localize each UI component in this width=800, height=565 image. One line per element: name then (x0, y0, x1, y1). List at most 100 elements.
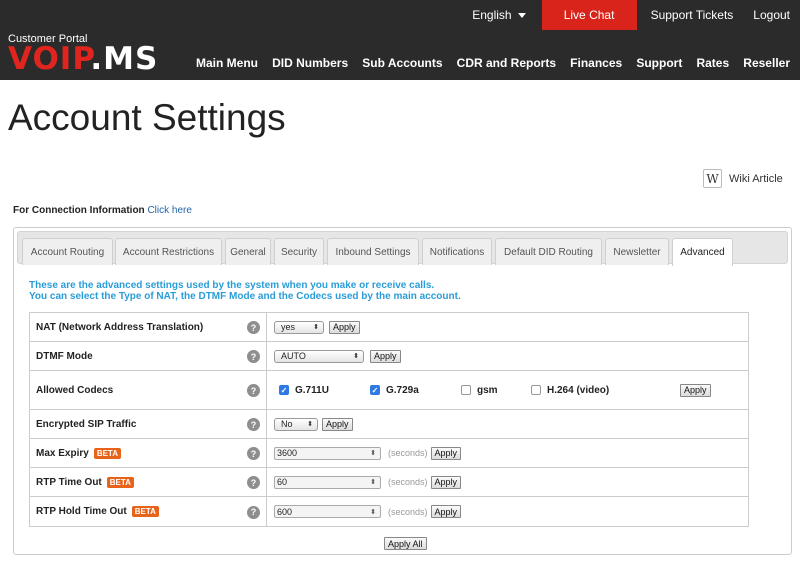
wiki-article-label: Wiki Article (729, 172, 783, 185)
checkbox-unchecked-icon[interactable] (531, 385, 541, 395)
nav-did-numbers[interactable]: DID Numbers (272, 56, 348, 70)
codec-h264[interactable]: H.264 (video) (531, 385, 609, 396)
voipms-logo[interactable]: VOIP.MS (8, 43, 158, 75)
rtp-hold-input[interactable]: 600 ⬍ (274, 505, 381, 518)
max-expiry-unit: (seconds) (388, 448, 428, 458)
support-tickets-link[interactable]: Support Tickets (641, 0, 744, 30)
rtp-timeout-value-cell: 60 ⬍ (seconds) Apply (267, 468, 748, 496)
logo-ms-text: MS (103, 41, 159, 77)
top-header: English Live Chat Support Tickets Logout… (0, 0, 800, 80)
tab-advanced[interactable]: Advanced (672, 238, 733, 266)
max-expiry-label-text: Max Expiry (36, 447, 89, 459)
tab-notifications[interactable]: Notifications (422, 238, 492, 265)
encrypted-sip-row: Encrypted SIP Traffic ? No ⬍ Apply (30, 410, 748, 439)
checkbox-checked-icon[interactable]: ✓ (370, 385, 380, 395)
codecs-label: Allowed Codecs ? (30, 371, 267, 409)
tab-bar: Account Routing Account Restrictions Gen… (17, 231, 788, 266)
help-icon[interactable]: ? (247, 321, 260, 334)
codecs-label-text: Allowed Codecs (36, 384, 114, 396)
dtmf-select[interactable]: AUTO ⬍ (274, 349, 364, 363)
page-title: Account Settings (8, 97, 286, 138)
encrypted-sip-value-cell: No ⬍ Apply (267, 410, 748, 438)
help-icon[interactable]: ? (247, 476, 260, 489)
spinner-arrows-icon[interactable]: ⬍ (370, 508, 376, 516)
tab-general[interactable]: General (225, 238, 271, 265)
spinner-arrows-icon[interactable]: ⬍ (370, 478, 376, 486)
codecs-value-cell: ✓ G.711U ✓ G.729a gsm H.264 (video) Appl… (267, 371, 748, 409)
advanced-settings-info: These are the advanced settings used by … (29, 280, 461, 302)
rtp-hold-label-text: RTP Hold Time Out (36, 506, 127, 517)
codec-gsm[interactable]: gsm (461, 385, 498, 396)
max-expiry-input[interactable]: 3600 ⬍ (274, 446, 381, 460)
nat-apply-button[interactable]: Apply (329, 320, 360, 334)
rtp-hold-value-cell: 600 ⬍ (seconds) Apply (267, 497, 748, 526)
language-selector[interactable]: English (462, 0, 541, 30)
dtmf-apply-button[interactable]: Apply (370, 349, 401, 363)
encrypted-sip-apply-button[interactable]: Apply (322, 417, 353, 431)
nat-label: NAT (Network Address Translation) ? (30, 313, 267, 341)
select-arrows-icon: ⬍ (307, 421, 313, 428)
nat-select[interactable]: yes ⬍ (274, 320, 324, 334)
codec-h264-label: H.264 (video) (547, 384, 610, 396)
help-icon[interactable]: ? (247, 505, 260, 519)
dtmf-label-text: DTMF Mode (36, 350, 93, 362)
logout-link[interactable]: Logout (743, 0, 800, 30)
nat-row: NAT (Network Address Translation) ? yes … (30, 313, 748, 342)
rtp-timeout-apply-button[interactable]: Apply (430, 475, 462, 489)
codecs-apply-button[interactable]: Apply (680, 383, 711, 397)
wiki-article-link[interactable]: W Wiki Article (703, 169, 783, 188)
tab-inbound-settings[interactable]: Inbound Settings (327, 238, 419, 265)
rtp-timeout-input[interactable]: 60 ⬍ (274, 475, 381, 489)
codec-g729a-label: G.729a (386, 384, 419, 396)
nav-main-menu[interactable]: Main Menu (196, 56, 258, 70)
rtp-timeout-label-text: RTP Time Out (36, 476, 102, 488)
rtp-timeout-label: RTP Time Out BETA ? (30, 468, 267, 496)
dtmf-label: DTMF Mode ? (30, 342, 267, 370)
codec-g729a[interactable]: ✓ G.729a (370, 385, 419, 396)
nav-support[interactable]: Support (636, 56, 682, 70)
max-expiry-apply-button[interactable]: Apply (430, 446, 462, 460)
checkbox-checked-icon[interactable]: ✓ (279, 385, 289, 395)
beta-badge: BETA (106, 476, 134, 488)
connection-info-link[interactable]: Click here (147, 205, 191, 216)
encrypted-sip-label-text: Encrypted SIP Traffic (36, 418, 137, 430)
nav-sub-accounts[interactable]: Sub Accounts (362, 56, 442, 70)
tab-security[interactable]: Security (274, 238, 324, 265)
tab-account-restrictions[interactable]: Account Restrictions (115, 238, 222, 265)
nat-select-value: yes (281, 322, 296, 332)
nav-cdr-reports[interactable]: CDR and Reports (457, 56, 556, 70)
spinner-arrows-icon[interactable]: ⬍ (370, 449, 376, 457)
nat-label-text: NAT (Network Address Translation) (36, 321, 204, 333)
tab-default-did-routing[interactable]: Default DID Routing (495, 238, 602, 265)
max-expiry-value-cell: 3600 ⬍ (seconds) Apply (267, 439, 748, 467)
rtp-hold-unit: (seconds) (388, 506, 428, 517)
connection-info: For Connection Information Click here (13, 205, 192, 216)
beta-badge: BETA (93, 447, 121, 459)
apply-all-button[interactable]: Apply All (384, 537, 427, 550)
nav-rates[interactable]: Rates (696, 56, 729, 70)
codec-g711u[interactable]: ✓ G.711U (279, 385, 329, 396)
caret-down-icon (517, 12, 526, 18)
settings-panel: Account Routing Account Restrictions Gen… (13, 227, 792, 555)
help-icon[interactable]: ? (247, 447, 260, 460)
rtp-timeout-unit: (seconds) (388, 477, 428, 487)
rtp-timeout-row: RTP Time Out BETA ? 60 ⬍ (seconds) Apply (30, 468, 748, 497)
rtp-hold-apply-button[interactable]: Apply (430, 505, 462, 518)
rtp-timeout-input-value: 60 (277, 477, 288, 487)
rtp-hold-row: RTP Hold Time Out BETA ? 600 ⬍ (seconds)… (30, 497, 748, 526)
logo-dot: . (90, 41, 104, 77)
live-chat-button[interactable]: Live Chat (541, 0, 637, 30)
max-expiry-row: Max Expiry BETA ? 3600 ⬍ (seconds) Apply (30, 439, 748, 468)
tab-newsletter[interactable]: Newsletter (605, 238, 669, 265)
tab-account-routing[interactable]: Account Routing (22, 238, 113, 265)
dtmf-value-cell: AUTO ⬍ Apply (267, 342, 748, 370)
encrypted-sip-select[interactable]: No ⬍ (274, 417, 318, 431)
nav-reseller[interactable]: Reseller (743, 56, 790, 70)
encrypted-sip-label: Encrypted SIP Traffic ? (30, 410, 267, 438)
checkbox-unchecked-icon[interactable] (461, 385, 471, 395)
help-icon[interactable]: ? (247, 350, 260, 363)
nav-finances[interactable]: Finances (570, 56, 622, 70)
help-icon[interactable]: ? (247, 384, 260, 397)
help-icon[interactable]: ? (247, 418, 260, 431)
main-nav: Main Menu DID Numbers Sub Accounts CDR a… (196, 56, 800, 70)
